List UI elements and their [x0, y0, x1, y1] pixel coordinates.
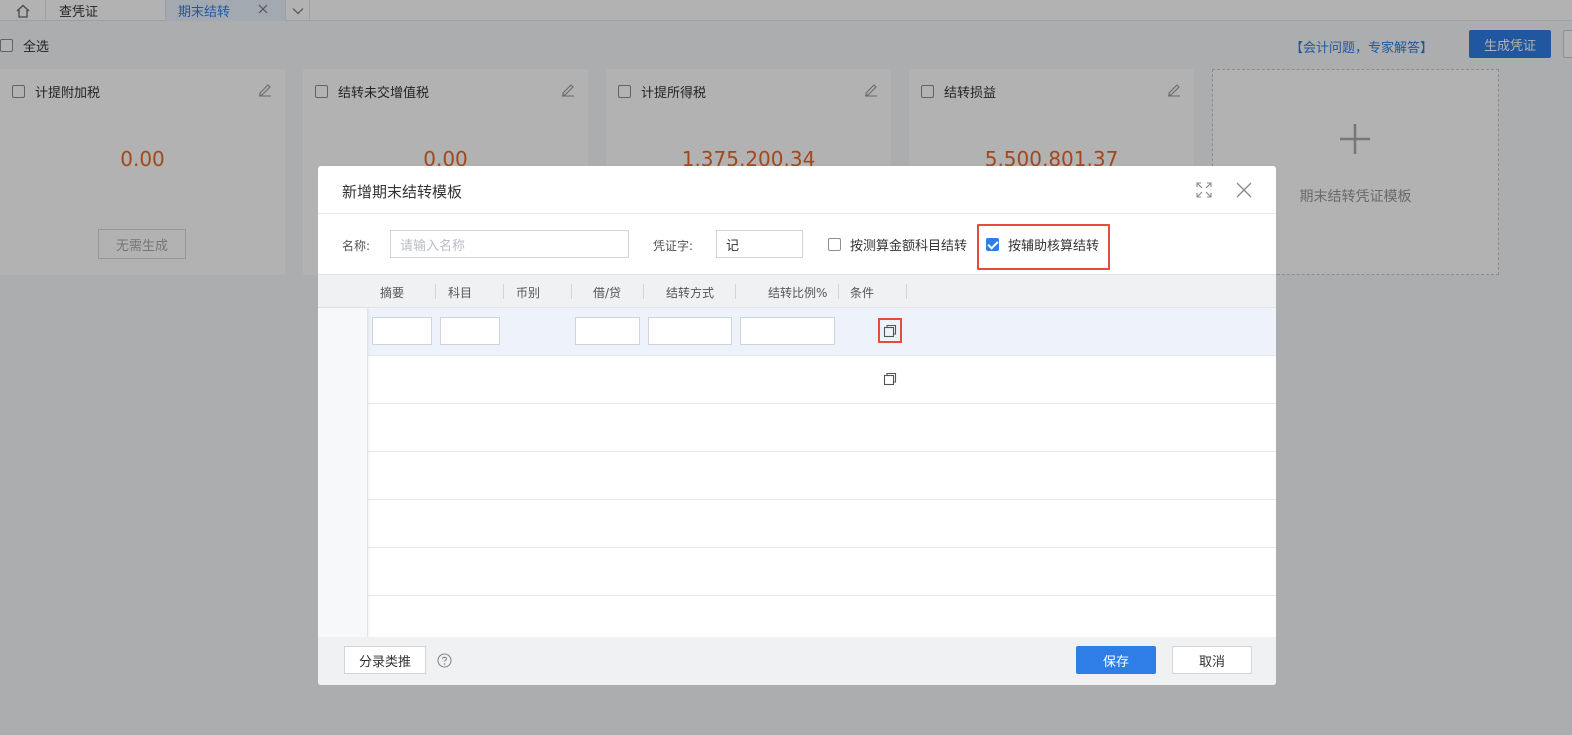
- column-header: 币别: [516, 286, 541, 300]
- voucher-input[interactable]: 记: [716, 230, 803, 258]
- dialog-form: 名称: 请输入名称 凭证字: 记 按测算金额科目结转 按辅助核算结转: [318, 214, 1276, 274]
- help-icon[interactable]: [437, 653, 452, 668]
- table-row[interactable]: [318, 500, 1276, 548]
- dialog-footer: 分录类推 保存 取消: [318, 637, 1276, 685]
- column-separator: [838, 284, 839, 299]
- table-row[interactable]: [318, 404, 1276, 452]
- template-dialog: 新增期末结转模板 名称: 请输入名称 凭证字: 记 按测算金额科目结转 按辅助核…: [318, 166, 1276, 685]
- cancel-button[interactable]: 取消: [1172, 646, 1252, 674]
- measure-checkbox[interactable]: [828, 238, 841, 251]
- transfer-ratio-input[interactable]: [740, 317, 835, 345]
- aux-label: 按辅助核算结转: [1008, 239, 1100, 254]
- column-header: 结转方式: [666, 286, 715, 300]
- copy-icon[interactable]: [883, 372, 897, 386]
- table-row[interactable]: [318, 548, 1276, 596]
- measure-label: 按测算金额科目结转: [850, 239, 968, 254]
- entry-grid: 摘要 科目 币别 借/贷 结转方式 结转比例% 条件 + −: [318, 274, 1276, 637]
- save-button[interactable]: 保存: [1076, 646, 1156, 674]
- column-separator: [435, 284, 436, 299]
- split-entry-button[interactable]: 分录类推: [344, 646, 426, 674]
- summary-input[interactable]: [372, 317, 432, 345]
- account-input[interactable]: [440, 317, 500, 345]
- row-number-column: [318, 308, 368, 637]
- column-separator: [503, 284, 504, 299]
- condition-highlight: [878, 318, 902, 343]
- aux-checkbox[interactable]: [986, 238, 999, 251]
- option-aux[interactable]: 按辅助核算结转: [986, 235, 1099, 254]
- maximize-icon[interactable]: [1196, 182, 1212, 198]
- name-input[interactable]: 请输入名称: [390, 230, 629, 258]
- table-row[interactable]: 2: [318, 356, 1276, 404]
- close-icon[interactable]: [1235, 181, 1253, 199]
- column-separator: [571, 284, 572, 299]
- option-measure[interactable]: 按测算金额科目结转: [828, 235, 967, 254]
- column-header: 结转比例%: [768, 286, 828, 300]
- column-header: 科目: [448, 286, 473, 300]
- column-separator: [735, 284, 736, 299]
- column-separator: [643, 284, 644, 299]
- table-row[interactable]: [318, 452, 1276, 500]
- dialog-title: 新增期末结转模板: [342, 183, 463, 201]
- dialog-header: 新增期末结转模板: [318, 166, 1276, 214]
- column-header: 摘要: [380, 286, 405, 300]
- table-row[interactable]: [318, 596, 1276, 637]
- column-header: 借/贷: [593, 286, 622, 300]
- name-label: 名称:: [342, 239, 371, 253]
- grid-header: 摘要 科目 币别 借/贷 结转方式 结转比例% 条件: [318, 275, 1276, 308]
- transfer-method-input[interactable]: [648, 317, 732, 345]
- debit-credit-input[interactable]: [575, 317, 640, 345]
- table-row[interactable]: + −: [318, 308, 1276, 356]
- voucher-label: 凭证字:: [653, 239, 694, 253]
- column-header: 条件: [850, 286, 875, 300]
- column-separator: [906, 284, 907, 299]
